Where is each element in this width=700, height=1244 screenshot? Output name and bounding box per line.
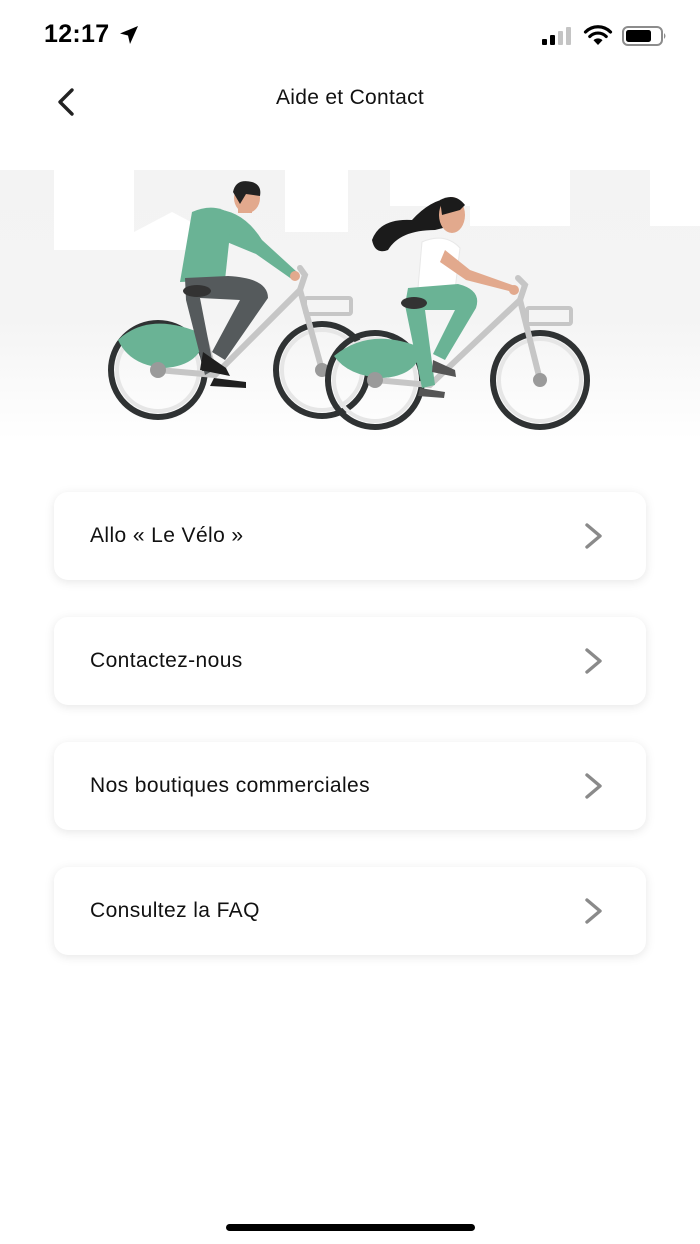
cellular-signal-icon	[542, 27, 571, 45]
chevron-right-icon	[585, 523, 602, 549]
chevron-right-icon	[585, 648, 602, 674]
menu-item-label: Allo « Le Vélo »	[90, 524, 244, 547]
menu-item-boutiques[interactable]: Nos boutiques commerciales	[54, 742, 646, 830]
status-bar: 12:17	[0, 0, 700, 72]
location-arrow-icon	[120, 26, 138, 44]
cyclists-illustration	[54, 170, 700, 430]
page-title: Aide et Contact	[275, 86, 425, 109]
menu-item-label: Nos boutiques commerciales	[90, 774, 371, 797]
menu-item-contactez-nous[interactable]: Contactez-nous	[54, 617, 646, 705]
navigation-bar: Aide et Contact	[0, 72, 700, 128]
status-time: 12:17	[44, 20, 110, 48]
menu-item-label: Contactez-nous	[90, 649, 243, 672]
battery-icon	[622, 26, 666, 46]
chevron-right-icon	[585, 773, 602, 799]
chevron-right-icon	[585, 898, 602, 924]
hero-illustration	[0, 170, 700, 440]
menu-item-label: Consultez la FAQ	[90, 899, 260, 922]
menu-item-allo-le-velo[interactable]: Allo « Le Vélo »	[54, 492, 646, 580]
wifi-icon	[583, 25, 613, 45]
home-indicator[interactable]	[226, 1224, 475, 1231]
help-menu: Allo « Le Vélo » Contactez-nous Nos bout…	[54, 492, 646, 992]
menu-item-faq[interactable]: Consultez la FAQ	[54, 867, 646, 955]
